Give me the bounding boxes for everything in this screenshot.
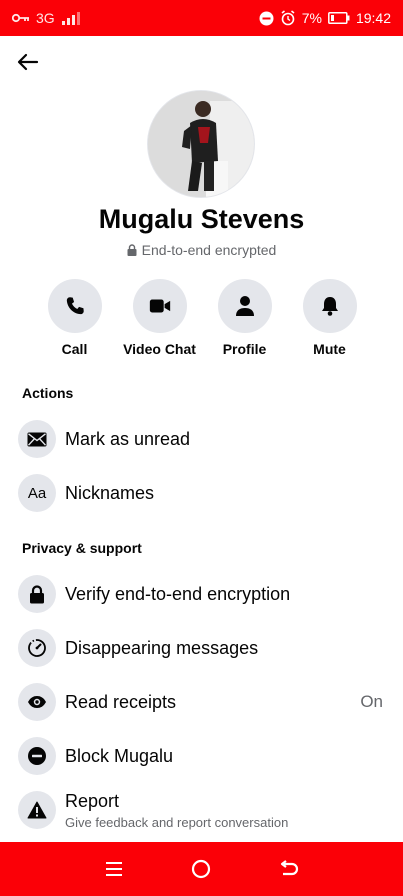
disappearing-messages-item[interactable]: Disappearing messages [0, 623, 403, 673]
block-text: Block Mugalu [65, 746, 173, 767]
menu-icon [105, 862, 122, 876]
read-receipts-label: Read receipts [65, 691, 177, 712]
mark-as-unread-text: Mark as unread [65, 429, 190, 450]
small-lock-icon [127, 244, 137, 256]
person-icon [235, 296, 254, 316]
profile-button[interactable]: Profile [202, 279, 287, 357]
mute-button-circle [302, 279, 357, 333]
encryption-note: End-to-end encrypted [0, 242, 403, 258]
report-sublabel: Give feedback and report conversation [65, 814, 289, 830]
bell-icon [321, 297, 338, 316]
signal-icon [61, 11, 81, 25]
verify-encryption-label: Verify end-to-end encryption [65, 583, 291, 604]
alarm-icon [280, 10, 296, 26]
video-camera-icon [149, 299, 170, 313]
video-chat-button-circle [132, 279, 187, 333]
profile-button-circle [217, 279, 272, 333]
lock-icon [30, 584, 44, 603]
status-right: 7% 19:42 [259, 10, 391, 26]
video-chat-button[interactable]: Video Chat [117, 279, 202, 357]
encryption-note-text: End-to-end encrypted [141, 242, 277, 258]
arrow-left-icon [17, 53, 39, 71]
section-title-privacy: Privacy & support [22, 540, 142, 556]
section-title-actions: Actions [22, 385, 74, 401]
read-receipts-value: On [360, 692, 383, 711]
mark-as-unread-icon-circle [18, 420, 56, 458]
block-item[interactable]: Block Mugalu [0, 731, 403, 781]
back-button[interactable] [12, 46, 44, 78]
block-label: Block Mugalu [65, 745, 174, 766]
status-left: 3G [12, 10, 81, 26]
mute-label: Mute [313, 341, 346, 357]
contact-name: Mugalu Stevens [98, 204, 305, 234]
report-icon-circle [18, 791, 56, 829]
verify-encryption-icon-circle [18, 575, 56, 613]
block-icon-circle [18, 737, 56, 775]
mute-button[interactable]: Mute [287, 279, 372, 357]
warning-icon [27, 801, 47, 819]
back-icon [281, 860, 299, 876]
mark-as-unread-label: Mark as unread [65, 428, 191, 449]
disappearing-messages-icon-circle [18, 629, 56, 667]
report-text: Report Give feedback and report conversa… [65, 791, 288, 830]
report-label: Report [65, 790, 120, 811]
video-chat-label: Video Chat [123, 341, 196, 357]
timer-icon [28, 639, 46, 657]
nicknames-label: Nicknames [65, 482, 155, 503]
call-label: Call [61, 341, 88, 357]
nicknames-text: Nicknames [65, 483, 154, 504]
verify-encryption-text: Verify end-to-end encryption [65, 584, 290, 605]
navigation-bar [0, 842, 403, 896]
profile-label: Profile [222, 341, 267, 357]
verify-encryption-item[interactable]: Verify end-to-end encryption [0, 569, 403, 619]
report-item[interactable]: Report Give feedback and report conversa… [0, 785, 403, 835]
nicknames-icon-circle: Aa [18, 474, 56, 512]
read-receipts-item[interactable]: Read receipts On [0, 677, 403, 727]
block-icon [28, 747, 46, 765]
home-icon [192, 859, 211, 879]
menu-button[interactable] [94, 849, 134, 889]
disappearing-messages-text: Disappearing messages [65, 638, 258, 659]
home-button[interactable] [181, 849, 221, 889]
call-button-circle [47, 279, 102, 333]
system-back-button[interactable] [269, 849, 309, 889]
dnd-icon [259, 11, 274, 26]
eye-icon [28, 696, 46, 708]
nicknames-item[interactable]: Aa Nicknames [0, 468, 403, 518]
status-bar: 3G 7% 19:42 [0, 0, 403, 36]
call-button[interactable]: Call [32, 279, 117, 357]
battery-percent: 7% [301, 10, 322, 26]
text-aa-icon: Aa [27, 484, 47, 502]
clock: 19:42 [355, 10, 391, 26]
disappearing-messages-label: Disappearing messages [65, 637, 259, 658]
battery-icon [328, 12, 350, 24]
mark-as-unread-item[interactable]: Mark as unread [0, 414, 403, 464]
network-type: 3G [36, 10, 55, 26]
read-receipts-text: Read receipts [65, 692, 176, 713]
envelope-icon [27, 432, 47, 446]
avatar-photo [148, 91, 254, 197]
phone-icon [66, 297, 84, 315]
key-icon [12, 13, 30, 23]
quick-actions: Call Video Chat Profile Mute [32, 279, 372, 357]
avatar[interactable] [147, 90, 255, 198]
read-receipts-icon-circle [18, 683, 56, 721]
